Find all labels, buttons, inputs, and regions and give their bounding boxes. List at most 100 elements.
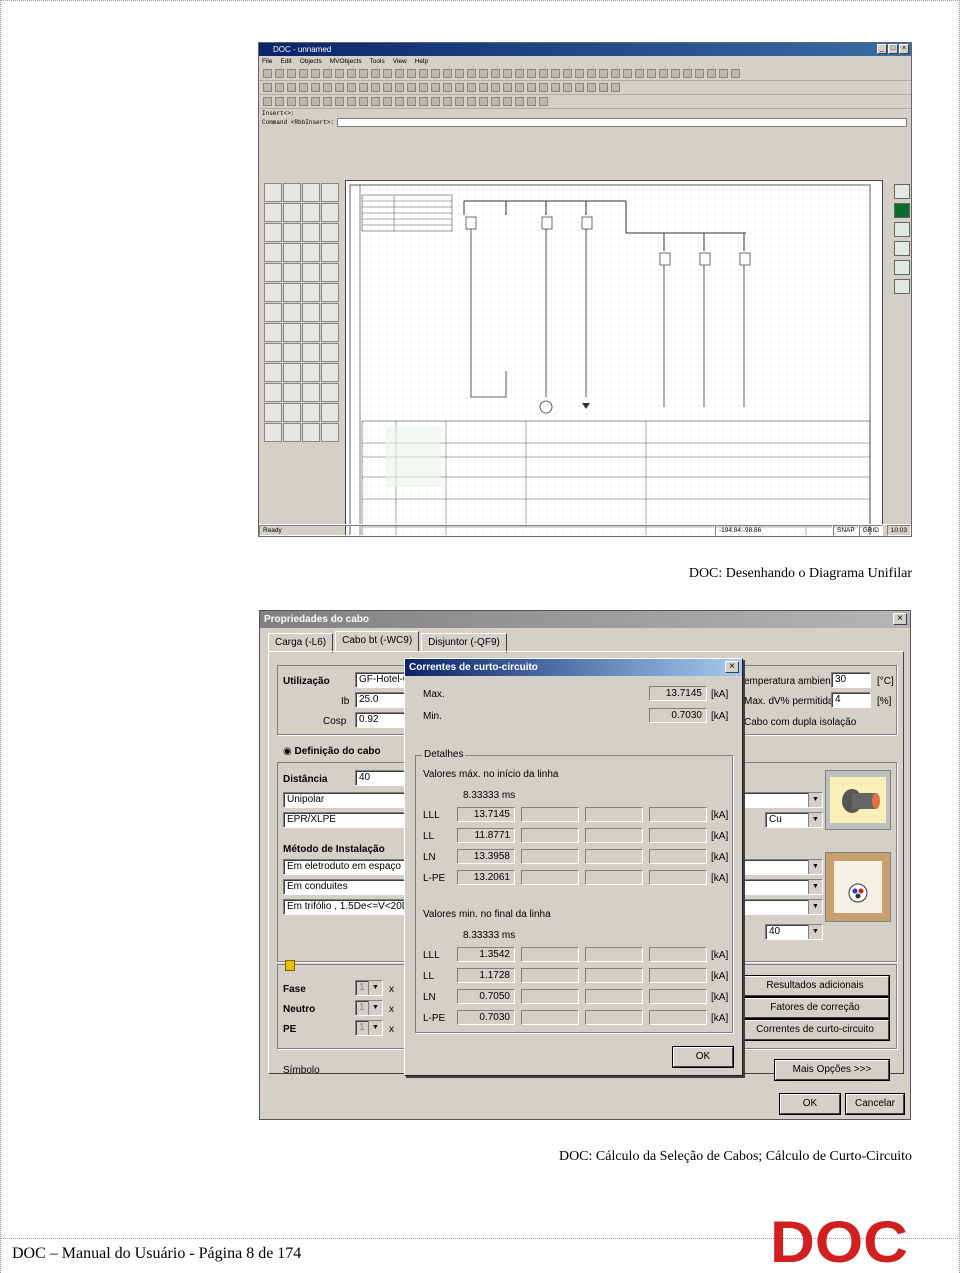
toolbar-button-icon[interactable]	[635, 69, 644, 78]
toolbar-button-icon[interactable]	[491, 69, 500, 78]
toolbar-button-icon[interactable]	[587, 69, 596, 78]
toolbar-button-icon[interactable]	[431, 69, 440, 78]
toolbar-button-icon[interactable]	[323, 69, 332, 78]
toolbar-button-icon[interactable]	[283, 383, 301, 402]
toolbar-button-icon[interactable]	[419, 83, 428, 92]
short-circuit-currents-button[interactable]: Correntes de curto-circuito	[740, 1019, 890, 1041]
toolbar-button-icon[interactable]	[311, 83, 320, 92]
toolbar-button-icon[interactable]	[575, 83, 584, 92]
toolbar-button-icon[interactable]	[323, 97, 332, 106]
toolbar-button-icon[interactable]	[287, 83, 296, 92]
toolbar-button-icon[interactable]	[283, 343, 301, 362]
toolbar-button-icon[interactable]	[321, 343, 339, 362]
toolbar-button-icon[interactable]	[302, 243, 320, 262]
toolbar-button-icon[interactable]	[527, 69, 536, 78]
toolbar-button-icon[interactable]	[719, 69, 728, 78]
toolbar-button-icon[interactable]	[347, 69, 356, 78]
toolbar-button-icon[interactable]	[443, 97, 452, 106]
toolbar-button-icon[interactable]	[302, 383, 320, 402]
toolbar-button-icon[interactable]	[302, 303, 320, 322]
toolbar-button-icon[interactable]	[455, 97, 464, 106]
toolbar-button-icon[interactable]	[311, 69, 320, 78]
tool-icon-3[interactable]	[894, 222, 910, 237]
toolbar-button-icon[interactable]	[503, 69, 512, 78]
toolbar-button-icon[interactable]	[302, 343, 320, 362]
toolbar-button-icon[interactable]	[264, 383, 282, 402]
toolbar-button-icon[interactable]	[407, 69, 416, 78]
toolbar-button-icon[interactable]	[563, 83, 572, 92]
toolbar-button-icon[interactable]	[323, 83, 332, 92]
toolbar-button-icon[interactable]	[539, 69, 548, 78]
toolbar-button-icon[interactable]	[264, 183, 282, 202]
toolbar-button-icon[interactable]	[302, 283, 320, 302]
toolbar-button-icon[interactable]	[371, 83, 380, 92]
max-dv-field[interactable]: 4	[831, 692, 871, 708]
more-options-button[interactable]: Mais Opções >>>	[774, 1059, 890, 1081]
toolbar-button-icon[interactable]	[467, 97, 476, 106]
toolbar-button-icon[interactable]	[283, 363, 301, 382]
toolbar-button-icon[interactable]	[443, 69, 452, 78]
cancel-button[interactable]: Cancelar	[845, 1093, 905, 1115]
toolbar-button-icon[interactable]	[527, 83, 536, 92]
toolbar-button-icon[interactable]	[275, 97, 284, 106]
tab-cabo[interactable]: Cabo bt (-WC9)	[335, 631, 420, 651]
toolbar-button-icon[interactable]	[264, 363, 282, 382]
toolbar-button-icon[interactable]	[283, 243, 301, 262]
toolbar-button-icon[interactable]	[371, 97, 380, 106]
toolbar-button-icon[interactable]	[443, 83, 452, 92]
toolbar-button-icon[interactable]	[335, 69, 344, 78]
toolbar-button-icon[interactable]	[599, 69, 608, 78]
toolbar-button-icon[interactable]	[321, 283, 339, 302]
tool-icon-1[interactable]	[894, 184, 910, 199]
toolbar-button-icon[interactable]	[503, 97, 512, 106]
menu-mvobjects[interactable]: MVObjects	[330, 56, 362, 67]
toolbar-button-icon[interactable]	[283, 323, 301, 342]
tool-icon-6[interactable]	[894, 279, 910, 294]
command-input[interactable]	[337, 118, 908, 127]
status-grid[interactable]: GRID	[858, 525, 883, 536]
short-circuit-ok-button[interactable]: OK	[672, 1046, 734, 1068]
toolbar-button-icon[interactable]	[407, 97, 416, 106]
toolbar-button-icon[interactable]	[283, 203, 301, 222]
toolbar-button-icon[interactable]	[311, 97, 320, 106]
toolbar-button-icon[interactable]	[264, 203, 282, 222]
toolbar-button-icon[interactable]	[283, 403, 301, 422]
toolbar-button-icon[interactable]	[659, 69, 668, 78]
toolbar-button-icon[interactable]	[263, 83, 272, 92]
close-icon[interactable]: ×	[725, 661, 739, 673]
insulation-field[interactable]: EPR/XLPE	[283, 812, 413, 828]
close-icon[interactable]: ×	[893, 613, 907, 625]
toolbar-button-icon[interactable]	[321, 403, 339, 422]
close-icon[interactable]: ×	[899, 44, 909, 54]
neutral-qty-select[interactable]: 1	[355, 1000, 383, 1016]
toolbar-button-icon[interactable]	[283, 223, 301, 242]
status-snap[interactable]: SNAP	[833, 525, 859, 536]
toolbar-button-icon[interactable]	[383, 83, 392, 92]
toolbar-button-icon[interactable]	[395, 97, 404, 106]
toolbar-button-icon[interactable]	[707, 69, 716, 78]
toolbar-button-icon[interactable]	[359, 83, 368, 92]
tab-disjuntor[interactable]: Disjuntor (-QF9)	[421, 633, 507, 653]
toolbar-button-icon[interactable]	[431, 97, 440, 106]
toolbar-button-icon[interactable]	[455, 69, 464, 78]
toolbar-button-icon[interactable]	[551, 83, 560, 92]
menu-help[interactable]: Help	[415, 56, 428, 67]
toolbar-button-icon[interactable]	[479, 83, 488, 92]
toolbar-button-icon[interactable]	[321, 183, 339, 202]
toolbar-button-icon[interactable]	[264, 223, 282, 242]
toolbar-button-icon[interactable]	[563, 69, 572, 78]
toolbar-button-icon[interactable]	[515, 83, 524, 92]
toolbar-button-icon[interactable]	[302, 203, 320, 222]
toolbar-button-icon[interactable]	[264, 263, 282, 282]
toolbar-button-icon[interactable]	[647, 69, 656, 78]
toolbar-button-icon[interactable]	[283, 283, 301, 302]
toolbar-button-icon[interactable]	[479, 97, 488, 106]
toolbar-button-icon[interactable]	[431, 83, 440, 92]
toolbar-button-icon[interactable]	[419, 97, 428, 106]
phase-qty-select[interactable]: 1	[355, 980, 383, 996]
lock-icon[interactable]	[285, 960, 295, 971]
toolbar-button-icon[interactable]	[683, 69, 692, 78]
toolbar-button-icon[interactable]	[551, 69, 560, 78]
toolbar-button-icon[interactable]	[599, 83, 608, 92]
toolbar-button-icon[interactable]	[321, 263, 339, 282]
